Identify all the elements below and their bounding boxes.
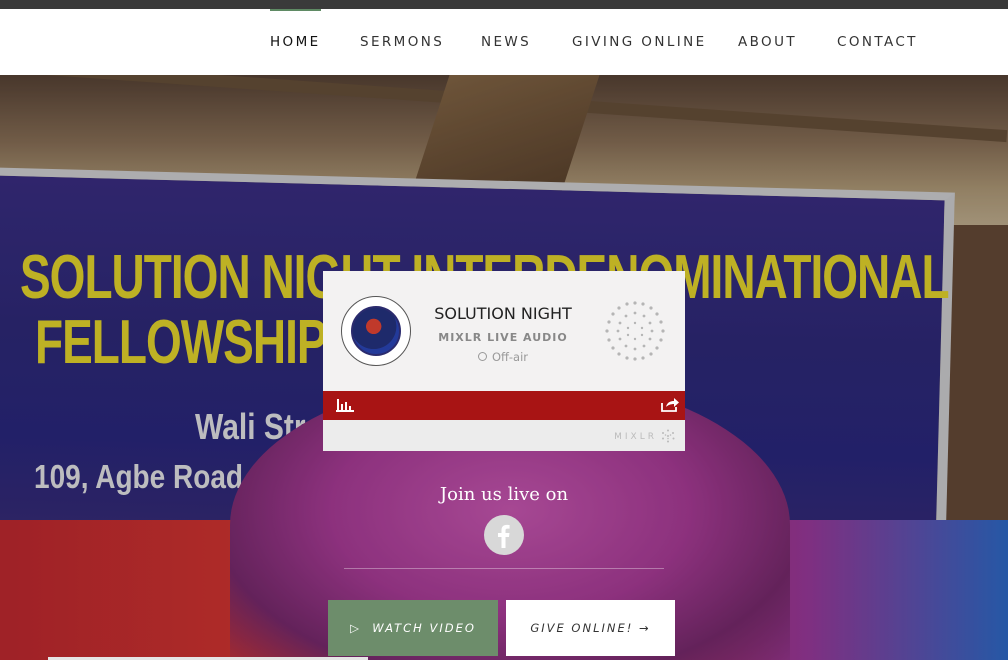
nav-giving-online[interactable]: GIVING ONLINE <box>572 9 707 75</box>
player-control-bar <box>323 391 685 420</box>
player-footer: MIXLR <box>323 420 685 451</box>
status-ring-icon <box>477 352 487 361</box>
facebook-icon[interactable] <box>484 515 524 555</box>
player-status-text: Off-air <box>491 350 529 364</box>
facebook-glyph <box>498 524 510 548</box>
church-logo[interactable] <box>341 296 411 366</box>
watch-video-button[interactable]: ▷ WATCH VIDEO <box>328 600 498 656</box>
arrow-right-icon: → <box>633 621 651 635</box>
mixlr-logo-icon <box>662 429 675 443</box>
player-status: Off-air <box>413 350 593 364</box>
nav-contact[interactable]: CONTACT <box>837 9 918 75</box>
mixlr-brand[interactable]: MIXLR <box>614 432 657 442</box>
divider <box>344 568 664 569</box>
top-strip <box>0 0 1008 9</box>
mixlr-dots-icon <box>605 301 665 361</box>
equalizer-icon[interactable] <box>336 398 354 412</box>
play-icon: ▷ <box>350 621 373 635</box>
mixlr-player: SOLUTION NIGHT MIXLR LIVE AUDIO Off-air <box>323 271 685 451</box>
give-online-label: GIVE ONLINE! <box>530 621 634 635</box>
player-subtitle: MIXLR LIVE AUDIO <box>438 331 568 344</box>
give-online-button[interactable]: GIVE ONLINE! → <box>506 600 675 656</box>
nav-news[interactable]: NEWS <box>481 9 531 75</box>
join-us-text: Join us live on <box>439 484 569 505</box>
player-title: SOLUTION NIGHT <box>434 304 572 323</box>
nav-sermons[interactable]: SERMONS <box>360 9 444 75</box>
church-logo-emblem <box>351 306 401 356</box>
nav-about[interactable]: ABOUT <box>738 9 797 75</box>
nav-home[interactable]: HOME <box>270 9 321 75</box>
watch-video-label: WATCH VIDEO <box>372 621 476 635</box>
main-nav: HOME SERMONS NEWS GIVING ONLINE ABOUT CO… <box>0 9 1008 75</box>
share-icon[interactable] <box>660 397 680 413</box>
